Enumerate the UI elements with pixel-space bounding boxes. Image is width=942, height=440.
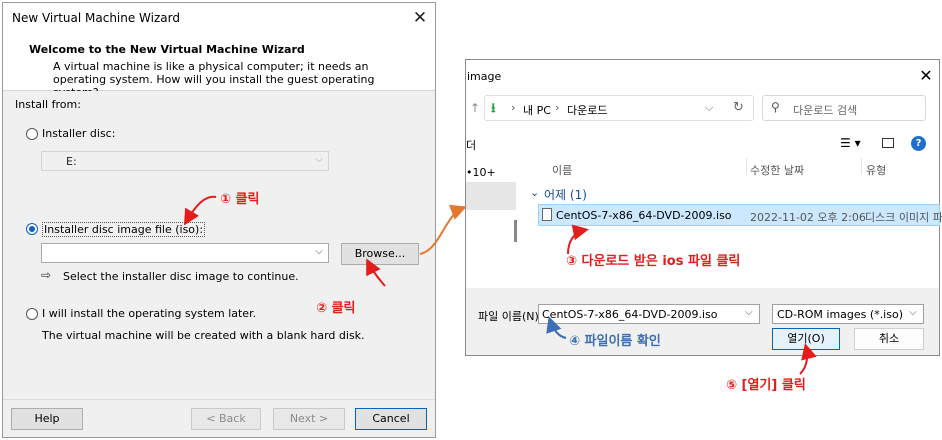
connector-arrow [419,204,467,255]
annotation-4: ④ 파일이름 확인 [569,334,661,349]
arrow-5 [799,343,817,375]
annotation-1: ① 클릭 [220,192,260,207]
arrow-1 [183,195,217,226]
annotation-2: ② 클릭 [316,301,356,316]
arrow-2 [366,258,386,287]
annotation-3: ③ 다운로드 받은 ios 파일 클릭 [566,254,741,269]
annotation-5: ⑤ [열기] 클릭 [726,378,806,393]
arrow-4 [546,316,567,339]
